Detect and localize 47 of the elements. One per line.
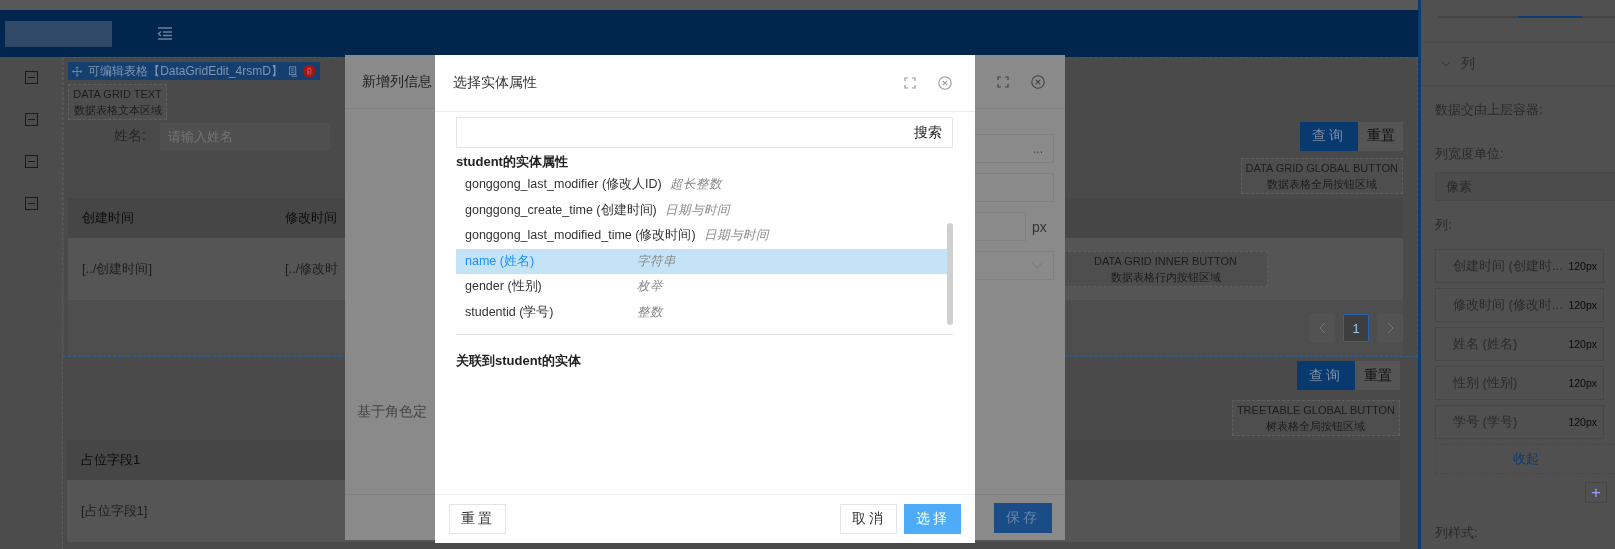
close-icon[interactable] xyxy=(938,76,952,90)
menu-fold-icon[interactable] xyxy=(157,27,173,40)
field-label: 基于角色定 xyxy=(357,403,427,419)
column-width: 120px xyxy=(1568,338,1597,350)
reset-button[interactable]: 重置 xyxy=(1358,121,1403,151)
component-tag[interactable]: 可编辑表格【DataGridEdit_4rsmD】 xyxy=(68,62,320,80)
reset-button[interactable]: 重置 xyxy=(1355,361,1400,390)
query-button[interactable]: 查询 xyxy=(1300,121,1358,151)
page-button[interactable]: 1 xyxy=(1343,314,1369,342)
unit-label: px xyxy=(1032,218,1047,235)
search-button[interactable]: 搜索 xyxy=(910,123,942,142)
collapse-icon[interactable] xyxy=(24,155,38,168)
copy-icon[interactable] xyxy=(288,64,298,78)
save-button[interactable]: 保存 xyxy=(994,502,1052,533)
delete-icon[interactable] xyxy=(303,63,316,79)
attribute-row[interactable]: gender (性别) 枚举 xyxy=(456,274,947,300)
search-field[interactable]: 搜索 xyxy=(456,117,953,148)
select-button[interactable]: 选择 xyxy=(904,504,961,534)
section-heading: student的实体属性 xyxy=(456,153,569,171)
collapse-icon[interactable] xyxy=(24,197,38,210)
scrollbar[interactable] xyxy=(947,223,953,325)
section-heading: 关联到student的实体 xyxy=(456,352,582,370)
chevron-down-icon[interactable] xyxy=(1441,61,1451,67)
dialog-title: 选择实体属性 xyxy=(453,74,537,92)
chevron-right-icon xyxy=(1386,322,1394,334)
attribute-row[interactable]: gonggong_last_modified_time (修改时间) 日期与时间 xyxy=(456,223,947,249)
expand-icon[interactable] xyxy=(904,77,916,89)
column-width: 120px xyxy=(1568,416,1597,428)
query-button[interactable]: 查询 xyxy=(1297,361,1355,390)
reset-button[interactable]: 重置 xyxy=(449,504,506,534)
close-icon[interactable] xyxy=(1031,74,1045,89)
collapse-link[interactable]: 收起 xyxy=(1435,444,1615,474)
chevron-left-icon xyxy=(1318,322,1326,334)
expand-icon[interactable] xyxy=(997,75,1009,88)
dialog-title: 新增列信息 xyxy=(362,72,432,91)
cancel-button[interactable]: 取消 xyxy=(840,504,897,534)
column-width: 120px xyxy=(1568,299,1597,311)
attribute-row[interactable]: name (姓名) 字符串 xyxy=(456,248,947,274)
collapse-icon[interactable] xyxy=(24,113,38,126)
column-width: 120px xyxy=(1568,377,1597,389)
attribute-row[interactable]: gonggong_create_time (创建时间) 日期与时间 xyxy=(456,197,947,223)
add-button[interactable]: + xyxy=(1585,482,1607,503)
attribute-row[interactable]: gonggong_last_modifier (修改人ID) 超长整数 xyxy=(456,172,947,198)
collapse-icon[interactable] xyxy=(24,71,38,84)
attribute-row[interactable]: studentid (学号) 整数 xyxy=(456,299,947,325)
column-width: 120px xyxy=(1568,260,1597,272)
move-icon[interactable] xyxy=(72,64,83,78)
